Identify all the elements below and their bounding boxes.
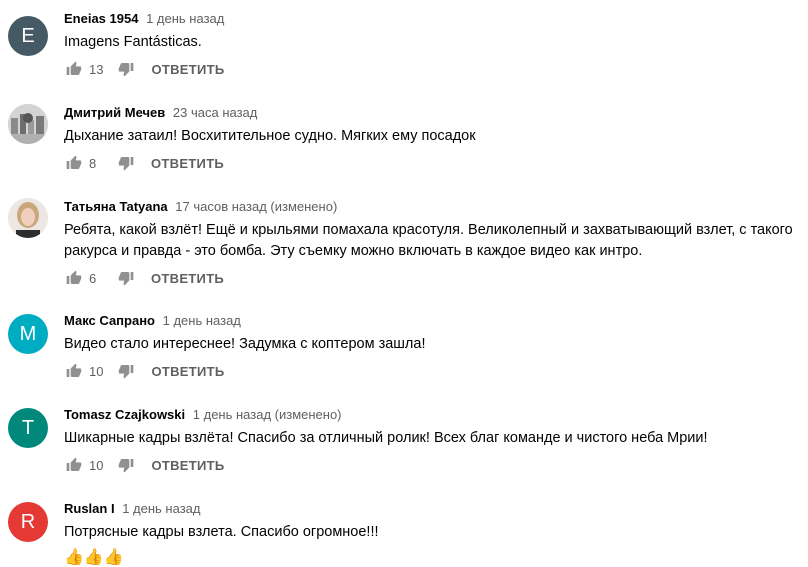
comment-author[interactable]: Дмитрий Мечев <box>64 105 165 120</box>
avatar-initial: R <box>20 510 36 533</box>
reply-button[interactable]: ОТВЕТИТЬ <box>151 156 224 171</box>
avatar-initial: E <box>21 24 35 47</box>
comment-timestamp[interactable]: 23 часа назад <box>173 105 257 120</box>
photo-avatar-icon <box>8 198 48 238</box>
reply-button[interactable]: ОТВЕТИТЬ <box>151 62 224 77</box>
comment-author[interactable]: Макс Сапрано <box>64 313 155 328</box>
thumbs-down-icon[interactable] <box>116 59 136 79</box>
photo-avatar-icon <box>8 104 48 144</box>
like-count: 10 <box>89 363 104 379</box>
comment-timestamp[interactable]: 1 день назад <box>122 501 200 516</box>
comment-timestamp[interactable]: 1 день назад <box>146 11 224 26</box>
comment-timestamp[interactable]: 17 часов назад (изменено) <box>175 199 337 214</box>
reply-button[interactable]: ОТВЕТИТЬ <box>151 364 224 379</box>
thumbs-up-icon[interactable] <box>64 59 84 79</box>
avatar[interactable]: E <box>8 16 48 56</box>
comments-section: E Eneias 1954 1 день назад Imagens Fantá… <box>0 0 808 566</box>
comment-text: Шикарные кадры взлёта! Спасибо за отличн… <box>64 430 708 446</box>
comment-timestamp[interactable]: 1 день назад (изменено) <box>193 407 342 422</box>
avatar-initial: M <box>19 322 37 345</box>
thumbs-up-icon[interactable] <box>64 153 84 173</box>
comment-text: Потрясные кадры взлета. Спасибо огромное… <box>64 524 379 540</box>
comment-author[interactable]: Ruslan I <box>64 501 115 516</box>
comment-text: Дыхание затаил! Восхитительное судно. Мя… <box>64 128 476 144</box>
avatar[interactable]: M <box>8 314 48 354</box>
like-count: 8 <box>89 155 97 171</box>
thumbs-down-icon[interactable] <box>116 153 136 173</box>
comment-emoji: 👍👍👍 <box>64 549 124 566</box>
thumbs-down-icon[interactable] <box>116 268 136 288</box>
comment-author[interactable]: Eneias 1954 <box>64 11 138 26</box>
reply-button[interactable]: ОТВЕТИТЬ <box>151 271 224 286</box>
like-count: 13 <box>89 61 104 77</box>
avatar[interactable] <box>8 104 48 144</box>
thumbs-down-icon[interactable] <box>116 455 136 475</box>
comment-timestamp[interactable]: 1 день назад <box>163 313 241 328</box>
avatar[interactable]: R <box>8 502 48 542</box>
avatar-initial: T <box>21 416 35 439</box>
comment-author[interactable]: Татьяна Tatyana <box>64 199 168 214</box>
thumbs-down-icon[interactable] <box>116 361 136 381</box>
avatar[interactable] <box>8 198 48 238</box>
thumbs-up-icon[interactable] <box>64 455 84 475</box>
comment-author[interactable]: Tomasz Czajkowski <box>64 407 185 422</box>
thumbs-up-icon[interactable] <box>64 361 84 381</box>
like-count: 6 <box>89 270 97 286</box>
comment-text: Ребята, какой взлёт! Ещё и крыльями пома… <box>64 222 793 259</box>
avatar[interactable]: T <box>8 408 48 448</box>
comment-text: Видео стало интереснее! Задумка с коптер… <box>64 336 426 352</box>
comment-text: Imagens Fantásticas. <box>64 34 202 50</box>
thumbs-up-icon[interactable] <box>64 268 84 288</box>
reply-button[interactable]: ОТВЕТИТЬ <box>151 458 224 473</box>
like-count: 10 <box>89 457 104 473</box>
